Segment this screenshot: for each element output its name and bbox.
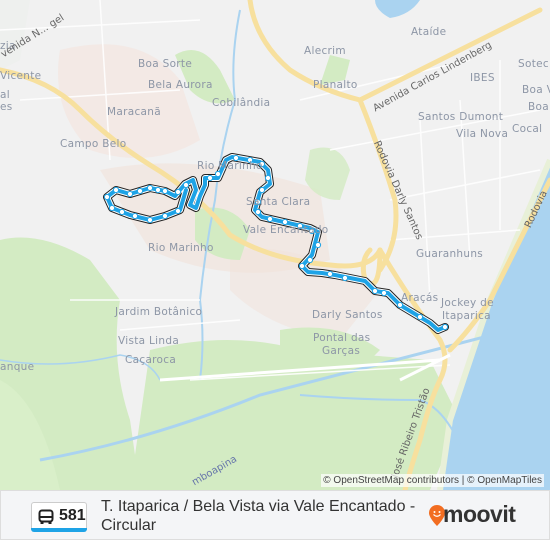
moovit-logo: moovit	[429, 501, 516, 531]
bus-stop-marker[interactable]	[118, 208, 126, 216]
place-label: Darly Santos	[312, 309, 383, 321]
bus-stop-marker[interactable]	[371, 287, 379, 295]
bus-stop-marker[interactable]	[112, 186, 120, 194]
place-label: Boa	[528, 101, 549, 113]
bus-stop-marker[interactable]	[254, 208, 262, 216]
bus-stop-marker[interactable]	[326, 270, 334, 278]
route-name: T. Itaparica / Bela Vista via Vale Encan…	[101, 498, 416, 534]
bus-stop-marker[interactable]	[416, 313, 424, 321]
place-label: Pontal das	[313, 332, 371, 344]
place-label: Santa Clara	[246, 196, 311, 208]
bus-stop-marker[interactable]	[131, 212, 139, 220]
route-number: 581	[59, 507, 86, 524]
bus-stop-marker[interactable]	[146, 184, 154, 192]
map-canvas	[0, 0, 550, 490]
bus-stop-marker[interactable]	[108, 204, 116, 212]
bus-stop-marker[interactable]	[264, 174, 272, 182]
place-label: Cobilândia	[212, 97, 271, 109]
route-info-bar: 581 T. Itaparica / Bela Vista via Vale E…	[0, 490, 550, 540]
place-label: Garças	[322, 345, 361, 357]
place-label: Araçás	[401, 292, 439, 304]
bus-stop-marker[interactable]	[258, 186, 266, 194]
place-label: Boa Sorte	[138, 58, 193, 70]
bus-stop-marker[interactable]	[306, 256, 314, 264]
bus-stop-marker[interactable]	[103, 193, 111, 201]
bus-stop-marker[interactable]	[154, 186, 162, 194]
place-label: Jockey de	[441, 297, 494, 309]
place-label: Rio Marinho	[148, 242, 214, 254]
place-label: Bela Aurora	[148, 79, 213, 91]
place-label: IBES	[470, 72, 495, 84]
place-label: Alecrim	[304, 45, 346, 57]
place-label: Campo Belo	[60, 138, 127, 150]
place-label: Vista Linda	[118, 335, 180, 347]
map-attribution[interactable]: © OpenStreetMap contributors | © OpenMap…	[321, 474, 544, 487]
place-label: Planalto	[313, 79, 358, 91]
bus-stop-marker[interactable]	[341, 274, 349, 282]
place-label: Cocal	[512, 123, 543, 135]
place-label: Maracanã	[107, 106, 161, 118]
place-label: Ataíde	[411, 26, 447, 38]
bus-stop-marker[interactable]	[380, 289, 388, 297]
place-label: Vale Encantado	[243, 224, 329, 236]
bus-stop-marker[interactable]	[182, 181, 190, 189]
place-label: Vila Nova	[456, 128, 509, 140]
bus-stop-marker[interactable]	[161, 187, 169, 195]
bus-stop-marker[interactable]	[174, 188, 182, 196]
place-label: al	[0, 89, 10, 101]
place-label: anque	[0, 361, 35, 373]
place-label: Guaranhuns	[416, 248, 484, 260]
bus-stop-marker[interactable]	[174, 207, 182, 215]
bus-stop-marker[interactable]	[214, 170, 222, 178]
bus-stop-marker[interactable]	[441, 323, 449, 331]
moovit-wordmark: moovit	[443, 501, 516, 527]
bus-stop-marker[interactable]	[206, 174, 214, 182]
bus-stop-marker[interactable]	[126, 190, 134, 198]
place-label: Jardim Botânico	[115, 306, 203, 318]
route-color-bar	[31, 528, 87, 532]
place-label: Boa V	[522, 84, 550, 96]
route-map[interactable]: Boa Sorte Bela Aurora Cobilândia Maracan…	[0, 0, 550, 490]
place-label: es	[0, 101, 13, 113]
bus-stop-marker[interactable]	[136, 187, 144, 195]
place-label: Santos Dumont	[418, 111, 504, 123]
place-label: Sotec	[518, 58, 549, 70]
place-label: Rio Marinho	[197, 160, 263, 172]
bus-stop-marker[interactable]	[146, 216, 154, 224]
place-label: Vicente	[0, 70, 42, 82]
route-badge: 581	[31, 502, 87, 530]
bus-stop-marker[interactable]	[314, 241, 322, 249]
bus-stop-marker[interactable]	[161, 212, 169, 220]
bus-stop-marker[interactable]	[266, 215, 274, 223]
bus-icon	[38, 509, 54, 524]
place-label: Itaparica	[442, 310, 491, 322]
bus-stop-marker[interactable]	[298, 262, 306, 270]
place-label: Caçaroca	[125, 354, 177, 366]
